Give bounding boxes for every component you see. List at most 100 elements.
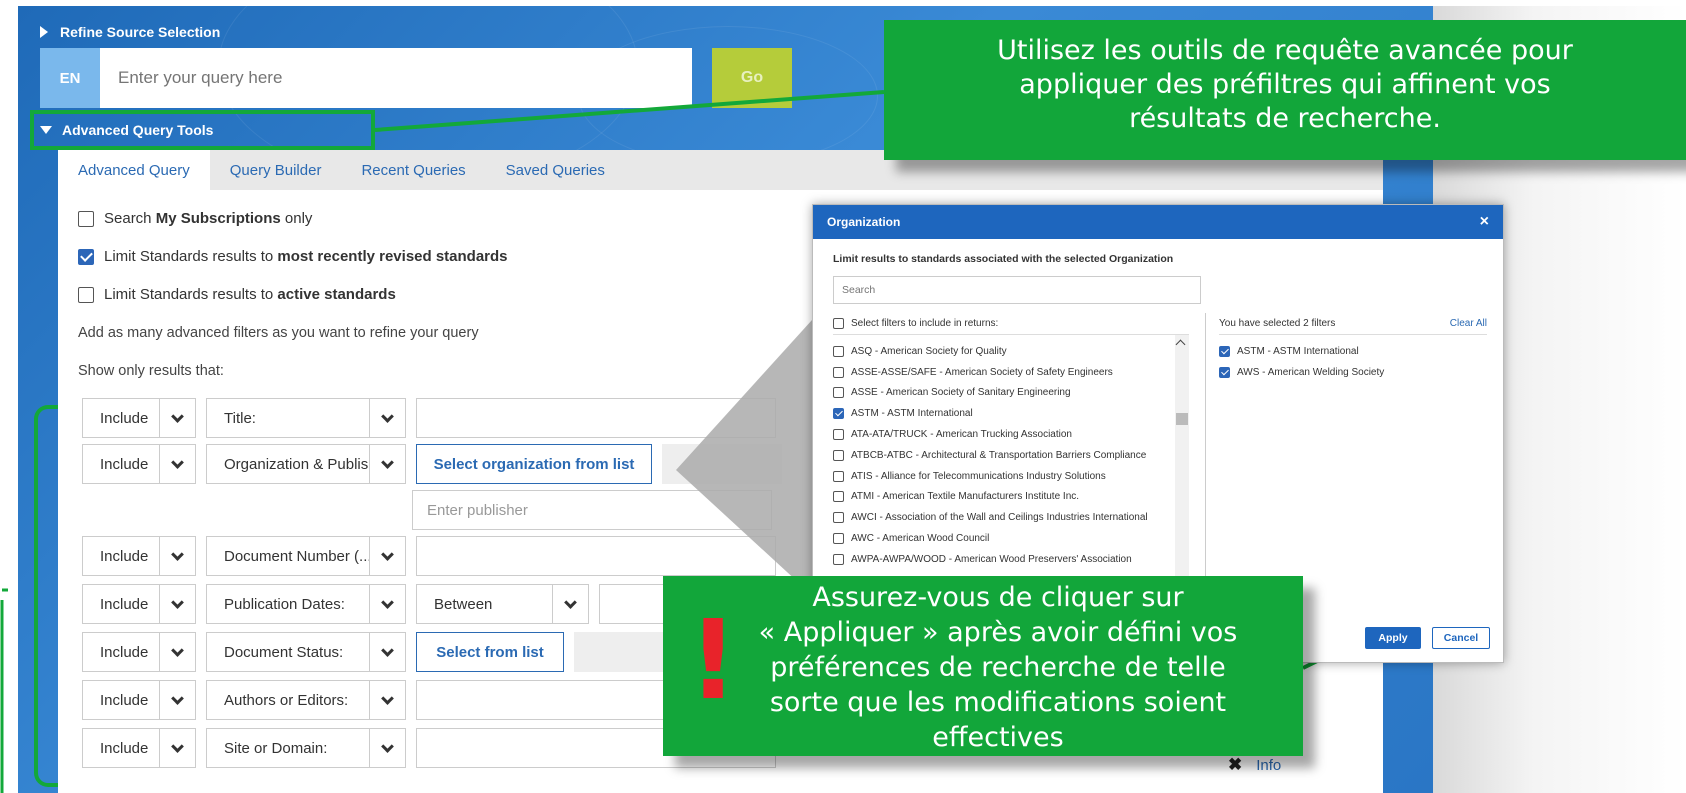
list-item[interactable]: ASSE - American Society of Sanitary Engi… [833, 383, 1171, 404]
include-select[interactable]: Include [82, 680, 196, 720]
checkbox[interactable] [78, 210, 94, 227]
callout-line: préférences de recherche de telle [770, 652, 1226, 683]
list-item[interactable]: AWCI - Association of the Wall and Ceili… [833, 507, 1171, 528]
query-input[interactable] [100, 48, 692, 108]
language-selector[interactable]: EN [40, 48, 100, 108]
field-select[interactable]: Organization & Publis... [206, 444, 406, 484]
chevron-down-icon [369, 537, 405, 575]
scroll-thumb[interactable] [1176, 413, 1188, 425]
field-select[interactable]: Publication Dates: [206, 584, 406, 624]
option-active-standards[interactable]: Limit Standards results to active standa… [78, 286, 396, 303]
info-link[interactable]: Info [1256, 757, 1281, 774]
checkbox-checked[interactable] [78, 248, 94, 265]
filter-row-organization: Include Organization & Publis... Select … [82, 444, 782, 484]
selected-item-label: ASTM - ASTM International [1237, 346, 1359, 357]
list-item[interactable]: ASQ - American Society for Quality [833, 341, 1171, 362]
checkbox[interactable] [78, 286, 94, 303]
chevron-down-icon [369, 445, 405, 483]
selected-count: You have selected 2 filters [1219, 318, 1336, 329]
apply-button[interactable]: Apply [1365, 627, 1421, 649]
callout-line: résultats de recherche. [1129, 103, 1441, 134]
close-icon[interactable]: ✖ [1228, 755, 1242, 775]
chevron-down-icon [159, 729, 195, 767]
chevron-down-icon [369, 633, 405, 671]
include-select[interactable]: Include [82, 536, 196, 576]
add-filters-hint: Add as many advanced filters as you want… [78, 325, 479, 341]
date-range-select[interactable]: Between [416, 584, 589, 624]
org-search-input[interactable] [833, 276, 1201, 304]
selected-item-label: AWS - American Welding Society [1237, 367, 1385, 378]
selected-filters-list: ASTM - ASTM International AWS - American… [1219, 341, 1384, 383]
selected-item[interactable]: ASTM - ASTM International [1219, 341, 1384, 362]
include-select[interactable]: Include [82, 728, 196, 768]
checkbox[interactable] [833, 512, 844, 524]
checkbox[interactable] [833, 533, 844, 545]
tab-recent-queries[interactable]: Recent Queries [341, 150, 485, 190]
field-select[interactable]: Document Status: [206, 632, 406, 672]
list-item[interactable]: ATIS - Alliance for Telecommunications I… [833, 466, 1171, 487]
checkbox[interactable] [833, 449, 844, 461]
list-item[interactable]: ASSE-ASSE/SAFE - American Society of Saf… [833, 362, 1171, 383]
checkbox-checked[interactable] [1219, 346, 1230, 357]
tab-advanced-query[interactable]: Advanced Query [58, 150, 210, 190]
checkbox[interactable] [833, 366, 844, 378]
scroll-up-icon[interactable] [1175, 339, 1186, 350]
callout-line: Assurez-vous de cliquer sur [812, 582, 1184, 613]
chevron-down-icon [552, 585, 588, 623]
checkbox[interactable] [833, 387, 844, 399]
list-item-label: ATMI - American Textile Manufacturers In… [851, 491, 1080, 503]
select-all-filters[interactable]: Select filters to include in returns: [833, 318, 998, 329]
option-subscriptions[interactable]: Search My Subscriptions only [78, 210, 312, 227]
checkbox[interactable] [833, 470, 844, 482]
select-all-label: Select filters to include in returns: [851, 318, 999, 329]
tab-query-builder[interactable]: Query Builder [210, 150, 342, 190]
list-item[interactable]: ATA-ATA/TRUCK - American Trucking Associ… [833, 424, 1171, 445]
info-control[interactable]: ✖ Info [1228, 755, 1281, 775]
list-item-label: AWPA-AWPA/WOOD - American Wood Preserver… [851, 553, 1132, 565]
list-item[interactable]: ATMI - American Textile Manufacturers In… [833, 487, 1171, 508]
checkbox[interactable] [833, 429, 844, 441]
list-item[interactable]: AWC - American Wood Council [833, 528, 1171, 549]
field-select[interactable]: Authors or Editors: [206, 680, 406, 720]
include-select[interactable]: Include [82, 632, 196, 672]
field-select[interactable]: Site or Domain: [206, 728, 406, 768]
include-select[interactable]: Include [82, 444, 196, 484]
tab-saved-queries[interactable]: Saved Queries [486, 150, 625, 190]
selected-item[interactable]: AWS - American Welding Society [1219, 362, 1384, 383]
publisher-input[interactable]: Enter publisher [412, 490, 772, 530]
list-item[interactable]: ATBCB-ATBC - Architectural & Transportat… [833, 445, 1171, 466]
include-select[interactable]: Include [82, 584, 196, 624]
callout-line: Utilisez les outils de requête avancée p… [997, 35, 1573, 66]
go-button[interactable]: Go [712, 48, 792, 108]
org-clear-area [662, 444, 782, 484]
callout-line: « Appliquer » après avoir défini vos [758, 617, 1238, 648]
checkbox[interactable] [833, 553, 844, 565]
option-recent-standards[interactable]: Limit Standards results to most recently… [78, 248, 508, 265]
close-icon[interactable]: × [1480, 213, 1489, 231]
document-number-input[interactable] [416, 536, 776, 576]
divider [1219, 334, 1487, 335]
include-select[interactable]: Include [82, 398, 196, 438]
checkbox[interactable] [833, 345, 844, 357]
checkbox-checked[interactable] [1219, 367, 1230, 378]
list-item[interactable]: AWPA-AWPA/WOOD - American Wood Preserver… [833, 549, 1171, 570]
field-select[interactable]: Document Number (... [206, 536, 406, 576]
select-organization-button[interactable]: Select organization from list [416, 444, 652, 484]
chevron-down-icon [159, 681, 195, 719]
caret-right-icon [40, 26, 48, 38]
callout-advanced-tools: Utilisez les outils de requête avancée p… [884, 20, 1686, 160]
checkbox-checked[interactable] [833, 408, 844, 420]
title-input[interactable] [416, 398, 776, 438]
show-only-label: Show only results that: [78, 363, 224, 379]
clear-all-link[interactable]: Clear All [1450, 318, 1487, 329]
select-status-button[interactable]: Select from list [416, 632, 564, 672]
callout-apply-reminder: Assurez-vous de cliquer sur « Appliquer … [663, 576, 1303, 756]
cancel-button[interactable]: Cancel [1432, 627, 1490, 649]
refine-source-toggle[interactable]: Refine Source Selection [40, 24, 220, 40]
checkbox[interactable] [833, 491, 844, 503]
list-item[interactable]: ASTM - ASTM International [833, 403, 1171, 424]
field-select[interactable]: Title: [206, 398, 406, 438]
checkbox[interactable] [833, 318, 844, 329]
option-label: Search My Subscriptions only [104, 210, 313, 227]
exclamation-icon: ! [688, 596, 739, 724]
